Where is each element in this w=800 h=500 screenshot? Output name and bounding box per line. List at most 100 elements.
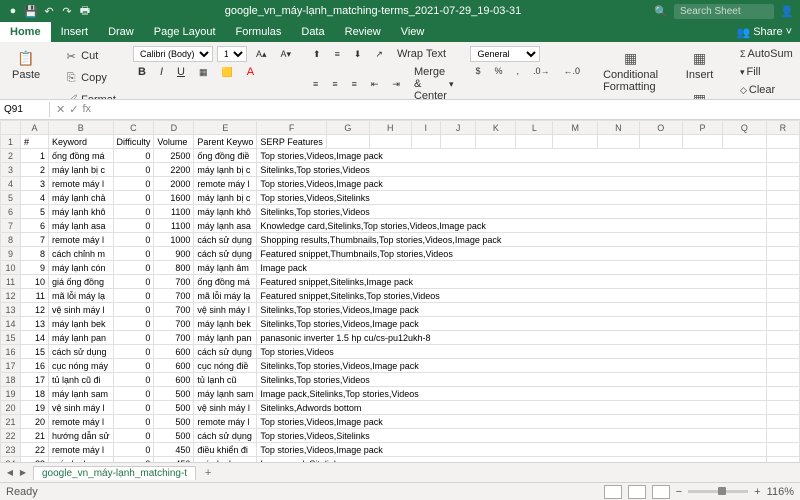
cell[interactable]: 0: [113, 261, 154, 275]
add-sheet-button[interactable]: +: [200, 467, 216, 479]
cell[interactable]: [766, 373, 799, 387]
cell[interactable]: 0: [113, 191, 154, 205]
cell[interactable]: [440, 135, 475, 149]
row-header[interactable]: 12: [1, 289, 21, 303]
cell[interactable]: [766, 191, 799, 205]
cell[interactable]: remote máy l: [49, 177, 114, 191]
cell[interactable]: [766, 359, 799, 373]
cell[interactable]: máy lạnh sam: [194, 387, 257, 401]
col-header[interactable]: L: [516, 121, 553, 135]
tab-review[interactable]: Review: [335, 22, 391, 42]
zoom-out-button[interactable]: −: [676, 486, 682, 498]
col-header[interactable]: E: [194, 121, 257, 135]
cell[interactable]: giá ống đồng: [49, 275, 114, 289]
cell[interactable]: [766, 401, 799, 415]
cell[interactable]: 13: [21, 317, 49, 331]
zoom-in-button[interactable]: +: [754, 486, 760, 498]
cell[interactable]: 0: [113, 429, 154, 443]
cell[interactable]: 2200: [154, 163, 194, 177]
col-header[interactable]: M: [553, 121, 598, 135]
cell[interactable]: 500: [154, 401, 194, 415]
cell[interactable]: [766, 415, 799, 429]
row-header[interactable]: 15: [1, 331, 21, 345]
fill-button[interactable]: ▾ Fill: [735, 64, 798, 80]
cell[interactable]: cục nóng máy: [49, 359, 114, 373]
row-header[interactable]: 21: [1, 415, 21, 429]
align-center-button[interactable]: ≡: [327, 77, 342, 91]
cancel-formula-icon[interactable]: ✕: [56, 103, 65, 116]
cell[interactable]: Top stories,Videos,Sitelinks: [257, 191, 766, 205]
comma-button[interactable]: ,: [512, 64, 525, 78]
font-select[interactable]: Calibri (Body): [133, 46, 213, 62]
cell[interactable]: Top stories,Videos,Image pack: [257, 149, 766, 163]
cell[interactable]: Parent Keywo: [194, 135, 257, 149]
search-input[interactable]: [674, 4, 774, 19]
cell[interactable]: 500: [154, 415, 194, 429]
cell[interactable]: 1100: [154, 205, 194, 219]
row-header[interactable]: 17: [1, 359, 21, 373]
cell[interactable]: remote máy l: [194, 177, 257, 191]
col-header[interactable]: I: [411, 121, 440, 135]
row-header[interactable]: 16: [1, 345, 21, 359]
row-header[interactable]: 6: [1, 205, 21, 219]
clear-button[interactable]: ◇ Clear: [735, 82, 798, 98]
cell[interactable]: 5: [21, 205, 49, 219]
view-layout-button[interactable]: [628, 485, 646, 499]
cell[interactable]: 0: [113, 205, 154, 219]
tab-data[interactable]: Data: [291, 22, 334, 42]
dec-increase-button[interactable]: .0→: [528, 64, 555, 78]
cell[interactable]: 0: [113, 345, 154, 359]
cell[interactable]: remote máy l: [49, 415, 114, 429]
cell[interactable]: [766, 177, 799, 191]
user-icon[interactable]: 👤: [780, 4, 794, 18]
cell[interactable]: 0: [113, 289, 154, 303]
cell[interactable]: 0: [113, 303, 154, 317]
font-color-button[interactable]: A: [242, 64, 259, 80]
cell[interactable]: máy lạnh png: [49, 457, 114, 463]
cell[interactable]: 0: [113, 331, 154, 345]
indent-inc-button[interactable]: ⇥: [387, 77, 405, 92]
row-header[interactable]: 7: [1, 219, 21, 233]
cell[interactable]: 0: [113, 359, 154, 373]
orientation-button[interactable]: ↗: [370, 47, 388, 62]
row-header[interactable]: 10: [1, 261, 21, 275]
cell[interactable]: 0: [113, 247, 154, 261]
cell[interactable]: máy lạnh asa: [194, 219, 257, 233]
row-header[interactable]: 23: [1, 443, 21, 457]
cell[interactable]: 0: [113, 373, 154, 387]
row-header[interactable]: 19: [1, 387, 21, 401]
save-icon[interactable]: 💾: [24, 4, 38, 18]
align-bottom-button[interactable]: ⬇: [349, 47, 367, 62]
align-left-button[interactable]: ≡: [308, 77, 323, 91]
cell[interactable]: 600: [154, 359, 194, 373]
cell[interactable]: 22: [21, 443, 49, 457]
print-icon[interactable]: 🖶: [78, 4, 92, 18]
redo-icon[interactable]: ↷: [60, 4, 74, 18]
spreadsheet-grid[interactable]: ABCDEFGHIJKLMNOPQR1#KeywordDifficultyVol…: [0, 120, 800, 462]
cell[interactable]: remote máy l: [49, 233, 114, 247]
row-header[interactable]: 5: [1, 191, 21, 205]
tab-nav-next[interactable]: ▶: [17, 467, 29, 479]
cell[interactable]: 2000: [154, 177, 194, 191]
cell[interactable]: Featured snippet,Sitelinks,Image pack: [257, 275, 766, 289]
cell[interactable]: Top stories,Videos,Sitelinks: [257, 429, 766, 443]
cell[interactable]: Sitelinks,Top stories,Videos: [257, 373, 766, 387]
size-select[interactable]: 12: [217, 46, 247, 62]
cell[interactable]: cục nóng điề: [194, 359, 257, 373]
cell[interactable]: [766, 163, 799, 177]
cell[interactable]: [766, 275, 799, 289]
bold-button[interactable]: B: [133, 64, 151, 80]
cell[interactable]: mã lỗi máy lạ: [49, 289, 114, 303]
col-header[interactable]: D: [154, 121, 194, 135]
col-header[interactable]: G: [326, 121, 369, 135]
border-button[interactable]: ▦: [194, 65, 213, 80]
cell[interactable]: [766, 233, 799, 247]
cell[interactable]: Featured snippet,Sitelinks,Top stories,V…: [257, 289, 766, 303]
cell[interactable]: máy lạnh bị c: [194, 191, 257, 205]
col-header[interactable]: [1, 121, 21, 135]
zoom-value[interactable]: 116%: [767, 486, 794, 498]
cell[interactable]: [766, 261, 799, 275]
indent-dec-button[interactable]: ⇤: [366, 77, 384, 92]
cell[interactable]: [766, 205, 799, 219]
row-header[interactable]: 22: [1, 429, 21, 443]
